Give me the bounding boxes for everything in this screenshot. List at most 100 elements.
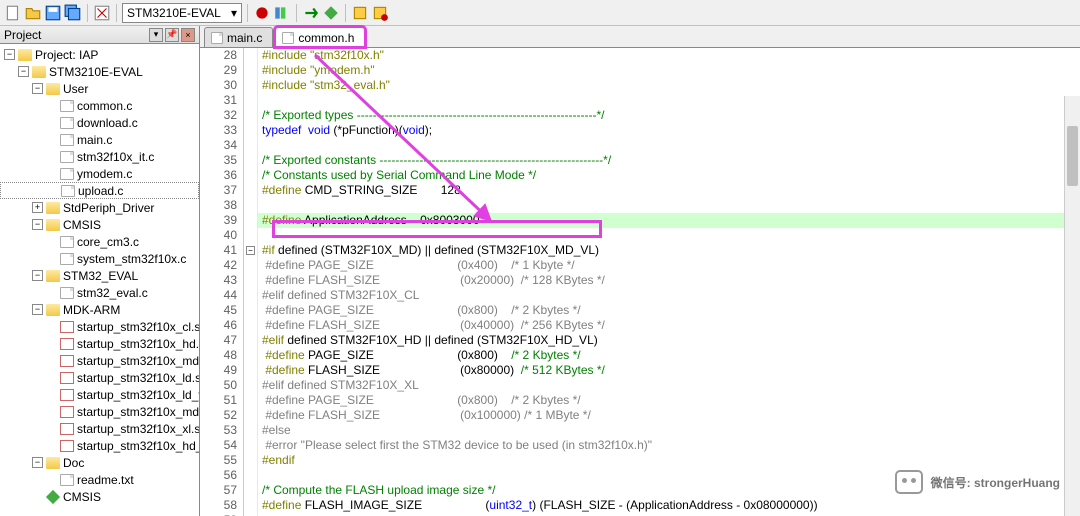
code-line[interactable]: 30#include "stm32_eval.h": [200, 78, 1080, 93]
debug-icon[interactable]: [253, 4, 271, 22]
tree-label: readme.txt: [77, 473, 134, 487]
code-line[interactable]: 29#include "ymodem.h": [200, 63, 1080, 78]
editor-area: main.c common.h 28#include "stm32f10x.h"…: [200, 26, 1080, 516]
code-line[interactable]: 49 #define FLASH_SIZE (0x80000) /* 512 K…: [200, 363, 1080, 378]
tree-item[interactable]: −STM3210E-EVAL: [0, 63, 199, 80]
tree-item[interactable]: readme.txt: [0, 471, 199, 488]
tree-label: MDK-ARM: [63, 303, 120, 317]
code-line[interactable]: 44#elif defined STM32F10X_CL: [200, 288, 1080, 303]
tree-label: CMSIS: [63, 218, 101, 232]
tree-item[interactable]: ymodem.c: [0, 165, 199, 182]
code-line[interactable]: 56: [200, 468, 1080, 483]
code-view[interactable]: 28#include "stm32f10x.h"29#include "ymod…: [200, 48, 1080, 516]
tree-item[interactable]: common.c: [0, 97, 199, 114]
code-line[interactable]: 36/* Constants used by Serial Command Li…: [200, 168, 1080, 183]
tree-item[interactable]: startup_stm32f10x_md_vl.s: [0, 403, 199, 420]
tree-label: startup_stm32f10x_ld.s: [77, 371, 199, 385]
save-icon[interactable]: [44, 4, 62, 22]
tree-item[interactable]: startup_stm32f10x_xl.s: [0, 420, 199, 437]
step-icon[interactable]: [302, 4, 320, 22]
code-line[interactable]: 42 #define PAGE_SIZE (0x400) /* 1 Kbyte …: [200, 258, 1080, 273]
panel-pin-btn[interactable]: 📌: [165, 28, 179, 42]
tree-label: stm32f10x_it.c: [77, 150, 154, 164]
tree-item[interactable]: system_stm32f10x.c: [0, 250, 199, 267]
tree-label: User: [63, 82, 88, 96]
tree-label: startup_stm32f10x_hd_vl.s: [77, 439, 199, 453]
tree-item[interactable]: startup_stm32f10x_ld.s: [0, 369, 199, 386]
tree-item[interactable]: stm32f10x_it.c: [0, 148, 199, 165]
code-line[interactable]: 35/* Exported constants ----------------…: [200, 153, 1080, 168]
tree-item[interactable]: startup_stm32f10x_ld_vl.s: [0, 386, 199, 403]
open-icon[interactable]: [24, 4, 42, 22]
tree-item[interactable]: +StdPeriph_Driver: [0, 199, 199, 216]
tab-main-c[interactable]: main.c: [204, 27, 273, 47]
code-line[interactable]: 40: [200, 228, 1080, 243]
tree-label: download.c: [77, 116, 138, 130]
code-line[interactable]: 57/* Compute the FLASH upload image size…: [200, 483, 1080, 498]
target-combo[interactable]: STM3210E-EVAL▾: [122, 3, 242, 23]
tree-label: ymodem.c: [77, 167, 132, 181]
tree-item[interactable]: −STM32_EVAL: [0, 267, 199, 284]
code-line[interactable]: 48 #define PAGE_SIZE (0x800) /* 2 Kbytes…: [200, 348, 1080, 363]
build-icon[interactable]: [93, 4, 111, 22]
tool1-icon[interactable]: [351, 4, 369, 22]
code-line[interactable]: 39#define ApplicationAddress 0x8003000: [200, 213, 1080, 228]
code-line[interactable]: 47#elif defined STM32F10X_HD || defined …: [200, 333, 1080, 348]
tree-label: system_stm32f10x.c: [77, 252, 186, 266]
code-line[interactable]: 53#else: [200, 423, 1080, 438]
editor-tabs: main.c common.h: [200, 26, 1080, 48]
code-line[interactable]: 45 #define PAGE_SIZE (0x800) /* 2 Kbytes…: [200, 303, 1080, 318]
new-icon[interactable]: [4, 4, 22, 22]
tree-item[interactable]: main.c: [0, 131, 199, 148]
code-line[interactable]: 43 #define FLASH_SIZE (0x20000) /* 128 K…: [200, 273, 1080, 288]
tree-item[interactable]: −Doc: [0, 454, 199, 471]
tree-item[interactable]: −User: [0, 80, 199, 97]
tree-item[interactable]: −MDK-ARM: [0, 301, 199, 318]
code-line[interactable]: 41−#if defined (STM32F10X_MD) || defined…: [200, 243, 1080, 258]
tree-item[interactable]: startup_stm32f10x_hd.s: [0, 335, 199, 352]
code-line[interactable]: 58#define FLASH_IMAGE_SIZE (uint32_t) (F…: [200, 498, 1080, 513]
tree-item[interactable]: stm32_eval.c: [0, 284, 199, 301]
tree-item[interactable]: −Project: IAP: [0, 46, 199, 63]
project-panel: Project ▾ 📌 × −Project: IAP−STM3210E-EVA…: [0, 26, 200, 516]
file-icon: [211, 32, 223, 44]
tab-common-h[interactable]: common.h: [275, 27, 365, 47]
tree-item[interactable]: −CMSIS: [0, 216, 199, 233]
main-toolbar: STM3210E-EVAL▾: [0, 0, 1080, 26]
code-line[interactable]: 31: [200, 93, 1080, 108]
code-line[interactable]: 28#include "stm32f10x.h": [200, 48, 1080, 63]
tree-item[interactable]: upload.c: [0, 182, 199, 199]
panel-close-btn[interactable]: ×: [181, 28, 195, 42]
panel-menu-btn[interactable]: ▾: [149, 28, 163, 42]
scrollbar-v[interactable]: [1064, 96, 1080, 516]
tree-label: startup_stm32f10x_cl.s: [77, 320, 199, 334]
tree-item[interactable]: startup_stm32f10x_hd_vl.s: [0, 437, 199, 454]
saveall-icon[interactable]: [64, 4, 82, 22]
tree-label: startup_stm32f10x_hd.s: [77, 337, 199, 351]
code-line[interactable]: 46 #define FLASH_SIZE (0x40000) /* 256 K…: [200, 318, 1080, 333]
file-icon: [282, 32, 294, 44]
tree-item[interactable]: CMSIS: [0, 488, 199, 505]
tree-label: StdPeriph_Driver: [63, 201, 154, 215]
code-line[interactable]: 32/* Exported types --------------------…: [200, 108, 1080, 123]
project-tree[interactable]: −Project: IAP−STM3210E-EVAL−User common.c…: [0, 44, 199, 516]
diamond-icon[interactable]: [322, 4, 340, 22]
tree-item[interactable]: startup_stm32f10x_md.s: [0, 352, 199, 369]
books-icon[interactable]: [273, 4, 291, 22]
code-line[interactable]: 50#elif defined STM32F10X_XL: [200, 378, 1080, 393]
tool2-icon[interactable]: [371, 4, 389, 22]
scrollbar-thumb[interactable]: [1067, 126, 1078, 186]
code-line[interactable]: 51 #define PAGE_SIZE (0x800) /* 2 Kbytes…: [200, 393, 1080, 408]
tree-item[interactable]: startup_stm32f10x_cl.s: [0, 318, 199, 335]
tree-item[interactable]: core_cm3.c: [0, 233, 199, 250]
code-line[interactable]: 52 #define FLASH_SIZE (0x100000) /* 1 MB…: [200, 408, 1080, 423]
code-line[interactable]: 55#endif: [200, 453, 1080, 468]
code-line[interactable]: 33typedef void (*pFunction)(void);: [200, 123, 1080, 138]
tree-item[interactable]: download.c: [0, 114, 199, 131]
tree-label: common.c: [77, 99, 132, 113]
code-line[interactable]: 37#define CMD_STRING_SIZE 128: [200, 183, 1080, 198]
code-line[interactable]: 38: [200, 198, 1080, 213]
code-line[interactable]: 54 #error "Please select first the STM32…: [200, 438, 1080, 453]
tree-label: CMSIS: [63, 490, 101, 504]
code-line[interactable]: 34: [200, 138, 1080, 153]
